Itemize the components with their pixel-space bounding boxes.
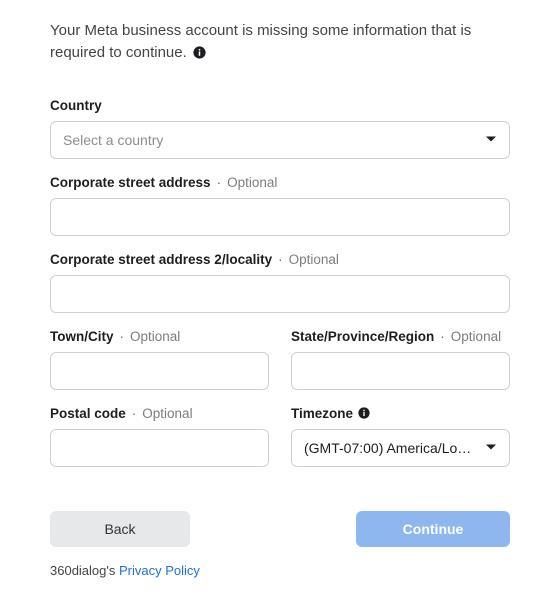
timezone-label: Timezone [291, 406, 510, 421]
chevron-down-icon [485, 132, 497, 148]
postal-input[interactable] [50, 429, 269, 467]
info-icon [358, 407, 370, 419]
street1-label: Corporate street address·Optional [50, 175, 510, 190]
postal-label: Postal code·Optional [50, 406, 269, 421]
field-state: State/Province/Region·Optional [291, 329, 510, 390]
footer-prefix: 360dialog's [50, 563, 119, 578]
continue-button[interactable]: Continue [356, 511, 510, 547]
city-label: Town/City·Optional [50, 329, 269, 344]
timezone-select-value: (GMT-07:00) America/Lo… [304, 440, 471, 456]
field-street2: Corporate street address 2/locality·Opti… [50, 252, 510, 313]
state-input[interactable] [291, 352, 510, 390]
timezone-select[interactable]: (GMT-07:00) America/Lo… [291, 429, 510, 467]
field-postal: Postal code·Optional [50, 406, 269, 467]
field-country: Country Select a country [50, 98, 510, 159]
street2-label: Corporate street address 2/locality·Opti… [50, 252, 510, 267]
field-city: Town/City·Optional [50, 329, 269, 390]
city-input[interactable] [50, 352, 269, 390]
street1-input[interactable] [50, 198, 510, 236]
chevron-down-icon [485, 440, 497, 456]
field-timezone: Timezone (GMT-07:00) America/Lo… [291, 406, 510, 467]
street2-input[interactable] [50, 275, 510, 313]
country-select-placeholder: Select a country [63, 132, 163, 148]
country-label: Country [50, 98, 510, 113]
info-icon [193, 46, 206, 59]
back-button[interactable]: Back [50, 511, 190, 547]
footer: 360dialog's Privacy Policy [50, 563, 510, 578]
intro-text: Your Meta business account is missing so… [50, 20, 510, 64]
state-label: State/Province/Region·Optional [291, 329, 510, 344]
country-select[interactable]: Select a country [50, 121, 510, 159]
actions-row: Back Continue [50, 511, 510, 547]
privacy-policy-link[interactable]: Privacy Policy [119, 563, 200, 578]
field-street1: Corporate street address·Optional [50, 175, 510, 236]
